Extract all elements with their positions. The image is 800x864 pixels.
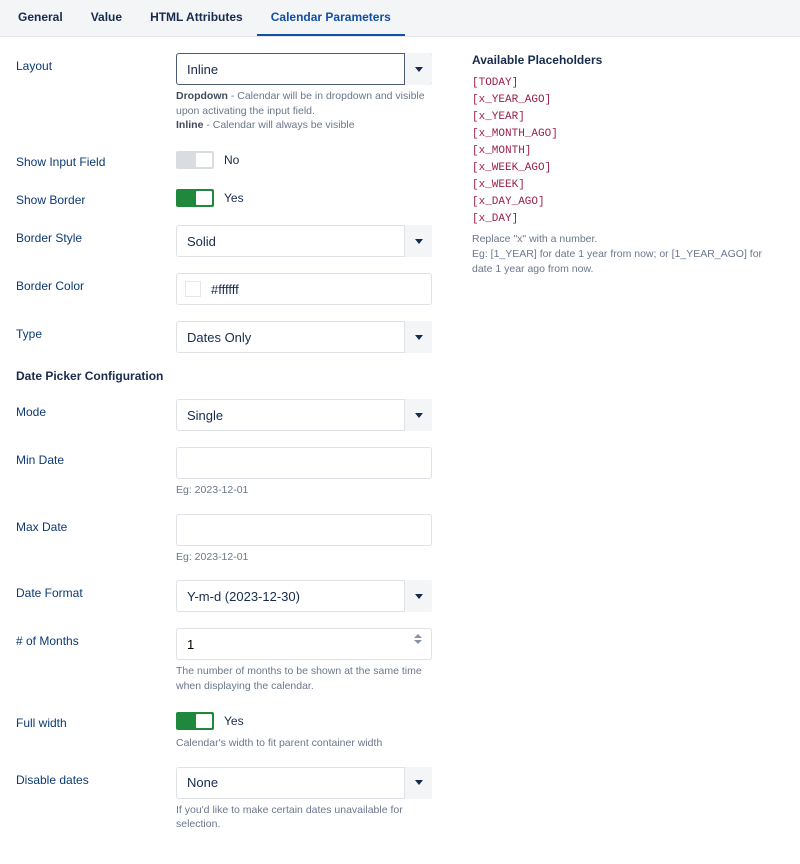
placeholder-item: [x_YEAR] [472, 109, 778, 126]
num-months-help: The number of months to be shown at the … [176, 664, 432, 693]
label-border-color: Border Color [16, 273, 176, 293]
mode-value: Single [187, 408, 223, 423]
label-layout: Layout [16, 53, 176, 73]
toggle-show-input-label: No [224, 153, 239, 167]
color-swatch [185, 281, 201, 297]
toggle-full-width[interactable] [176, 712, 214, 730]
label-disable-dates: Disable dates [16, 767, 176, 787]
date-format-select[interactable]: Y-m-d (2023-12-30) [176, 580, 432, 612]
label-show-input: Show Input Field [16, 149, 176, 169]
toggle-show-border[interactable] [176, 189, 214, 207]
placeholder-item: [x_WEEK_AGO] [472, 160, 778, 177]
label-border-style: Border Style [16, 225, 176, 245]
chevron-down-icon [404, 225, 432, 257]
section-date-picker: Date Picker Configuration [16, 369, 448, 383]
placeholder-item: [TODAY] [472, 75, 778, 92]
chevron-down-icon [414, 640, 422, 644]
border-style-value: Solid [187, 234, 216, 249]
min-date-help: Eg: 2023-12-01 [176, 483, 432, 498]
chevron-down-icon [404, 321, 432, 353]
chevron-down-icon [404, 580, 432, 612]
chevron-down-icon [404, 53, 432, 85]
type-select[interactable]: Dates Only [176, 321, 432, 353]
placeholder-item: [x_YEAR_AGO] [472, 92, 778, 109]
max-date-help: Eg: 2023-12-01 [176, 550, 432, 565]
label-date-format: Date Format [16, 580, 176, 600]
num-months-stepper[interactable] [414, 634, 426, 644]
layout-select-value: Inline [187, 62, 218, 77]
label-type: Type [16, 321, 176, 341]
placeholder-item: [x_MONTH_AGO] [472, 126, 778, 143]
max-date-input[interactable] [176, 514, 432, 546]
min-date-input[interactable] [176, 447, 432, 479]
placeholders-title: Available Placeholders [472, 53, 778, 67]
label-max-date: Max Date [16, 514, 176, 534]
tabs-bar: General Value HTML Attributes Calendar P… [0, 0, 800, 37]
chevron-up-icon [414, 634, 422, 638]
type-value: Dates Only [187, 330, 251, 345]
disable-dates-select[interactable]: None [176, 767, 432, 799]
toggle-show-border-label: Yes [224, 191, 244, 205]
chevron-down-icon [404, 767, 432, 799]
tab-value[interactable]: Value [77, 0, 136, 36]
border-color-input[interactable] [176, 273, 432, 305]
tab-html-attributes[interactable]: HTML Attributes [136, 0, 257, 36]
tab-calendar-parameters[interactable]: Calendar Parameters [257, 0, 405, 36]
label-num-months: # of Months [16, 628, 176, 648]
border-color-text[interactable] [209, 281, 431, 298]
placeholders-help: Replace "x" with a number. Eg: [1_YEAR] … [472, 232, 778, 276]
layout-select[interactable]: Inline [176, 53, 432, 85]
placeholder-item: [x_DAY] [472, 211, 778, 228]
label-mode: Mode [16, 399, 176, 419]
full-width-help: Calendar's width to fit parent container… [176, 736, 432, 751]
label-min-date: Min Date [16, 447, 176, 467]
num-months-input[interactable] [176, 628, 432, 660]
chevron-down-icon [404, 399, 432, 431]
border-style-select[interactable]: Solid [176, 225, 432, 257]
placeholder-item: [x_MONTH] [472, 143, 778, 160]
layout-help: Dropdown - Calendar will be in dropdown … [176, 89, 432, 133]
placeholder-item: [x_DAY_AGO] [472, 194, 778, 211]
placeholder-item: [x_WEEK] [472, 177, 778, 194]
label-full-width: Full width [16, 710, 176, 730]
toggle-full-width-label: Yes [224, 714, 244, 728]
disable-dates-value: None [187, 775, 218, 790]
mode-select[interactable]: Single [176, 399, 432, 431]
label-show-border: Show Border [16, 187, 176, 207]
disable-dates-help: If you'd like to make certain dates unav… [176, 803, 432, 832]
tab-general[interactable]: General [4, 0, 77, 36]
date-format-value: Y-m-d (2023-12-30) [187, 589, 300, 604]
toggle-show-input[interactable] [176, 151, 214, 169]
